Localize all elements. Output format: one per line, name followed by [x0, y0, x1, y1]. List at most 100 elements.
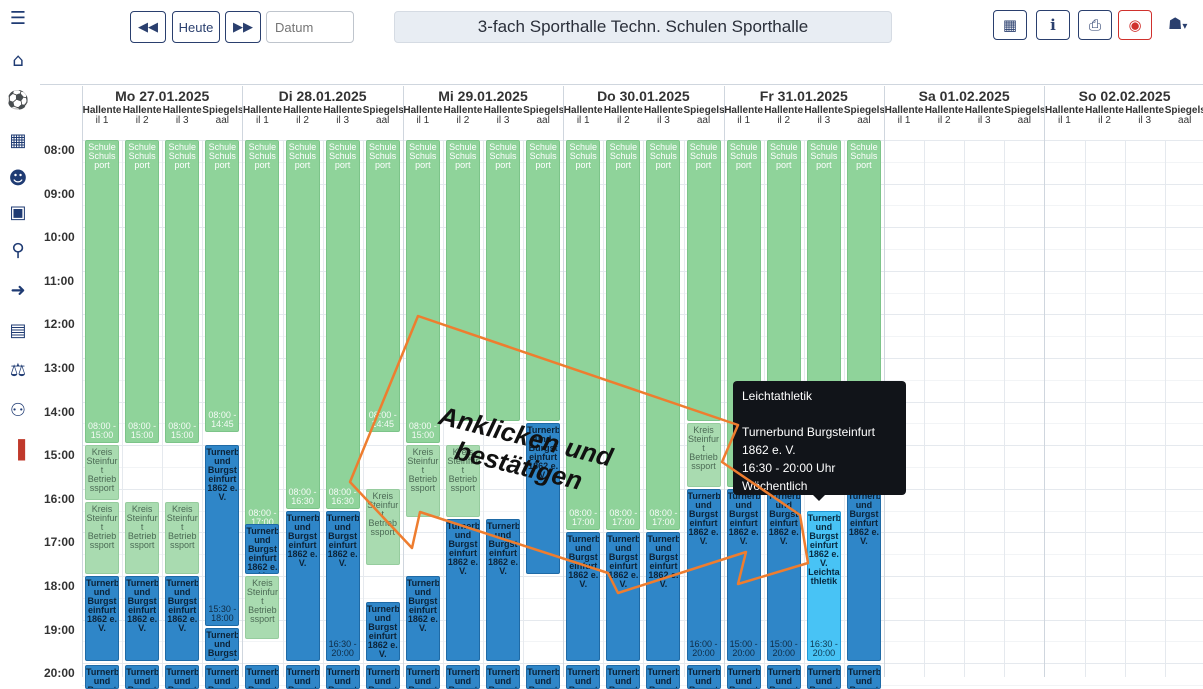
club-training-event[interactable]: Turnerb und Burgst einfurt 1862 e. V.: [566, 532, 601, 662]
club-training-event[interactable]: Turnerb und Burgst einfurt 1862 e. V.: [125, 576, 160, 662]
school-sport-event[interactable]: Schule Schuls port 08:00 - 16:30: [325, 140, 360, 509]
district-sport-event[interactable]: Kreis Steinfur t Betrieb ssport: [165, 501, 200, 574]
next-week-button[interactable]: ▶▶: [225, 11, 261, 43]
building-icon[interactable]: ▦: [6, 128, 30, 152]
search-icon[interactable]: ⚲: [6, 238, 30, 262]
school-sport-event[interactable]: Schule Schuls port: [686, 140, 721, 422]
club-training-event[interactable]: Turnerb und Burgst einfurt 1862 e. V.: [245, 665, 280, 689]
subcolumn-divider: [603, 140, 605, 677]
print-button[interactable]: ⎙: [1078, 10, 1112, 40]
school-sport-event[interactable]: Schule Schuls port 08:00 - 15:00: [165, 140, 200, 444]
school-sport-event[interactable]: Schule Schuls port 08:00 - 15:00: [125, 140, 160, 444]
club-training-event[interactable]: Turnerb und Burgst einfurt 1862 e. V.: [606, 665, 641, 689]
group-icon[interactable]: ☻: [6, 166, 30, 190]
club-training-event[interactable]: Turnerb und Burgst einfurt 1862 e. V.: [205, 665, 240, 689]
club-training-event[interactable]: Turnerb und Burgst einfurt 1862 e. V.: [165, 665, 200, 689]
close-button[interactable]: ◉: [1118, 10, 1152, 40]
subcolumn-header: Hallente il 2: [122, 106, 162, 126]
club-training-event[interactable]: Turnerb und Burgst einfurt 1862 e. V.: [526, 665, 561, 689]
subcolumn-divider: [1084, 140, 1086, 677]
subcolumn-header: Hallente il 2: [764, 106, 804, 126]
event-title: Kreis Steinfur t Betrieb ssport: [126, 503, 158, 550]
district-sport-event[interactable]: Kreis Steinfur t Betrieb ssport: [125, 501, 160, 574]
event-title: Turnerb und Burgst einfurt 1862 e. V.: [406, 578, 440, 633]
club-training-event[interactable]: Turnerb und Burgst einfurt 1862 e. V.: [325, 665, 360, 689]
date-input[interactable]: [266, 11, 354, 43]
selected-event[interactable]: Turnerb und Burgst einfurt 1862 e. V. Le…: [806, 510, 841, 662]
district-sport-event[interactable]: Kreis Steinfur t Betrieb ssport: [245, 576, 280, 640]
event-title: Turnerb und Burgst einfurt 1862 e. V.: [406, 667, 440, 689]
day-divider: [1044, 86, 1046, 677]
subcolumn-header: Hallente il 3: [643, 106, 683, 126]
club-training-event[interactable]: Turnerb und Burgst einfurt 1862 e. V.: [85, 665, 120, 689]
subcolumn-divider: [282, 140, 284, 677]
club-training-event[interactable]: Turnerb und Burgst einfurt 1862 e. V.: [646, 665, 681, 689]
calendar-button[interactable]: ▦: [993, 10, 1027, 40]
school-sport-event[interactable]: Schule Schuls port: [526, 140, 561, 422]
club-training-event[interactable]: Turnerb und Burgst einfurt 1862 e. V.: [205, 628, 240, 662]
club-training-event[interactable]: Turnerb und Burgst einfurt 1862 e. V.: [806, 665, 841, 689]
calendar-check-icon[interactable]: ▣: [6, 200, 30, 224]
previous-week-button[interactable]: ◀◀: [130, 11, 166, 43]
club-training-event[interactable]: Turnerb und Burgst einfurt 1862 e. V.: [686, 665, 721, 689]
club-training-event[interactable]: Turnerb und Burgst einfurt 1862 e. V.: [165, 576, 200, 662]
double-chevron-right-icon: ▶▶: [233, 19, 253, 34]
menu-icon[interactable]: ☰: [6, 6, 30, 30]
event-title: Turnerb und Burgst einfurt 1862 e. V.: [126, 578, 160, 633]
subcolumn-suffix: il 2: [937, 115, 951, 126]
club-training-event[interactable]: Turnerb und Burgst einfurt 1862 e. V.: [405, 576, 440, 662]
subcolumn-header: Hallente il 1: [1044, 106, 1084, 126]
club-training-event[interactable]: Turnerb und Burgst einfurt 1862 e. V.: [285, 510, 320, 662]
home-icon[interactable]: ⌂: [6, 48, 30, 72]
event-title: Turnerb und Burgst einfurt 1862 e. V.: [727, 490, 761, 546]
district-sport-event[interactable]: Kreis Steinfur t Betrieb ssport: [85, 445, 120, 500]
club-training-event[interactable]: Turnerb und Burgst einfurt 1862 e. V.: [285, 665, 320, 689]
hour-label: 16:00: [44, 491, 75, 506]
ball-icon[interactable]: ⚽: [6, 88, 30, 112]
club-training-event[interactable]: Turnerb und Burgst einfurt 1862 e. V.: [766, 665, 801, 689]
club-training-event[interactable]: Turnerb und Burgst einfurt 1862 e. V.: [365, 665, 400, 689]
today-button[interactable]: Heute: [172, 11, 220, 43]
club-training-event[interactable]: Turnerb und Burgst einfurt 1862 e. V.: [445, 665, 480, 689]
user-add-icon[interactable]: ⚇: [6, 398, 30, 422]
school-sport-event[interactable]: Schule Schuls port 08:00 - 14:45: [365, 140, 400, 433]
exit-icon[interactable]: ▐: [6, 438, 30, 462]
info-button[interactable]: i: [1036, 10, 1070, 40]
club-training-event[interactable]: Turnerb und Burgst einfurt 1862 e. V.: [846, 488, 881, 662]
school-sport-event[interactable]: Schule Schuls port: [486, 140, 521, 422]
school-sport-event[interactable]: Schule Schuls port 08:00 - 15:00: [85, 140, 120, 444]
club-training-event[interactable]: Turnerb und Burgst einfurt 1862 e. V.: [85, 576, 120, 662]
school-sport-event[interactable]: Schule Schuls port 08:00 - 14:45: [205, 140, 240, 433]
club-training-event[interactable]: Turnerb und Burgst einfurt 1862 e. V.: [486, 519, 521, 662]
club-training-event[interactable]: Turnerb und Burgst einfurt 1862 e. V. 15:…: [766, 488, 801, 662]
subcolumn-header: Hallente il 3: [964, 106, 1004, 126]
club-training-event[interactable]: Turnerb und Burgst einfurt 1862 e. V. 15:…: [726, 488, 761, 662]
club-training-event[interactable]: Turnerb und Burgst einfurt 1862 e. V.: [245, 523, 280, 574]
club-training-event[interactable]: Turnerb und Burgst einfurt 1862 e. V.: [125, 665, 160, 689]
district-sport-event[interactable]: Kreis Steinfur t Betrieb ssport: [85, 501, 120, 574]
login-icon[interactable]: ➜: [6, 278, 30, 302]
club-training-event[interactable]: Turnerb und Burgst einfurt 1862 e. V.: [646, 532, 681, 662]
club-training-event[interactable]: Turnerb und Burgst einfurt 1862 e. V. 16:…: [686, 488, 721, 662]
club-training-event[interactable]: Turnerb und Burgst einfurt 1862 e. V.: [726, 665, 761, 689]
club-training-event[interactable]: Turnerb und Burgst einfurt 1862 e. V.: [566, 665, 601, 689]
school-sport-event[interactable]: Schule Schuls port 08:00 - 16:30: [285, 140, 320, 509]
day-divider: [402, 86, 404, 677]
club-training-event[interactable]: Turnerb und Burgst einfurt 1862 e. V.: [846, 665, 881, 689]
school-sport-event[interactable]: Schule Schuls port 08:00 - 17:00: [646, 140, 681, 531]
event-title: Turnerb und Burgst einfurt 1862 e. V.: [166, 667, 200, 689]
club-training-event[interactable]: Turnerb und Burgst einfurt 1862 e. V. 15:…: [205, 445, 240, 627]
school-sport-event[interactable]: Schule Schuls port 08:00 - 17:00: [245, 140, 280, 531]
scale-icon[interactable]: ⚖: [6, 358, 30, 382]
club-training-event[interactable]: Turnerb und Burgst einfurt 1862 e. V.: [606, 532, 641, 662]
district-sport-event[interactable]: Kreis Steinfur t Betrieb ssport: [365, 488, 400, 566]
club-training-event[interactable]: Turnerb und Burgst einfurt 1862 e. V. 16:…: [325, 510, 360, 662]
user-menu[interactable]: ☗▾: [1168, 14, 1187, 33]
id-card-icon[interactable]: ▤: [6, 318, 30, 342]
club-training-event[interactable]: Turnerb und Burgst einfurt 1862 e. V.: [365, 602, 400, 662]
district-sport-event[interactable]: Kreis Steinfur t Betrieb ssport: [686, 423, 721, 487]
school-sport-event[interactable]: Schule Schuls port: [445, 140, 480, 422]
club-training-event[interactable]: Turnerb und Burgst einfurt 1862 e. V.: [445, 519, 480, 662]
club-training-event[interactable]: Turnerb und Burgst einfurt 1862 e. V.: [405, 665, 440, 689]
club-training-event[interactable]: Turnerb und Burgst einfurt 1862 e. V.: [486, 665, 521, 689]
